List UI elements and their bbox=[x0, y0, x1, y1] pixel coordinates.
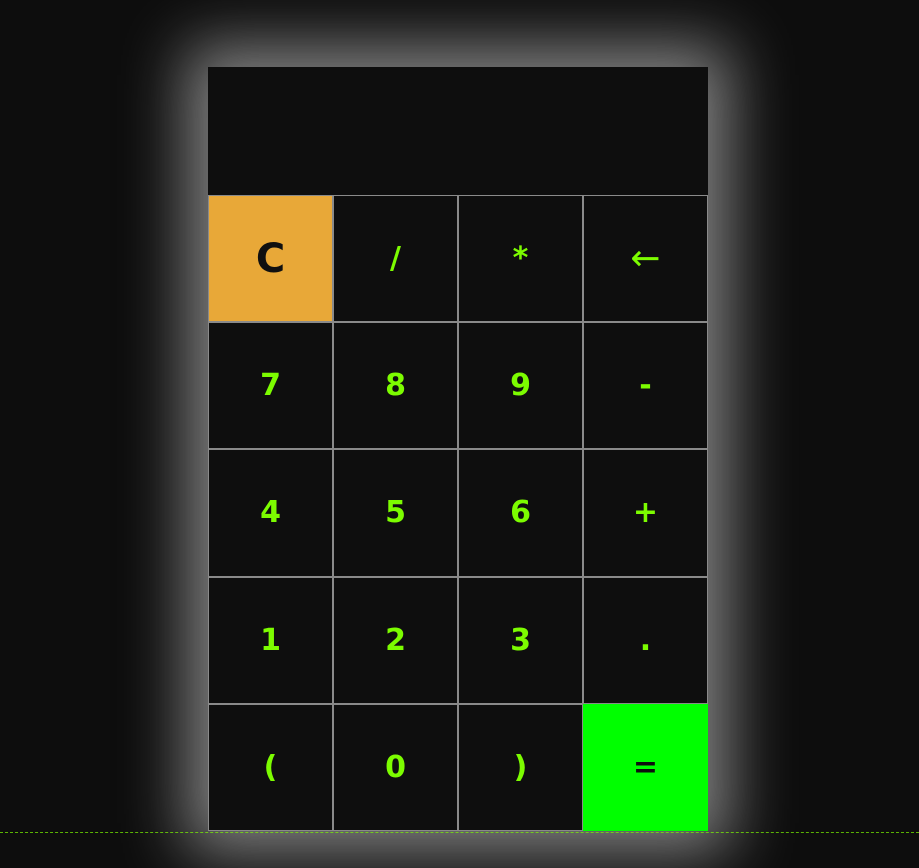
digit-6-button[interactable]: 6 bbox=[458, 449, 583, 577]
digit-8-button[interactable]: 8 bbox=[333, 322, 458, 450]
digit-9-button[interactable]: 9 bbox=[458, 322, 583, 450]
digit-0-button[interactable]: 0 bbox=[333, 703, 458, 831]
divide-button[interactable]: / bbox=[333, 195, 458, 323]
page: C / * ← 7 8 9 - 4 5 6 + 1 2 3 . ( 0 ) = bbox=[0, 0, 919, 868]
plus-button[interactable]: + bbox=[583, 449, 708, 577]
calculator-display bbox=[208, 67, 708, 195]
equals-button[interactable]: = bbox=[583, 703, 708, 831]
digit-5-button[interactable]: 5 bbox=[333, 449, 458, 577]
calculator: C / * ← 7 8 9 - 4 5 6 + 1 2 3 . ( 0 ) = bbox=[208, 67, 708, 831]
digit-1-button[interactable]: 1 bbox=[208, 576, 333, 704]
digit-7-button[interactable]: 7 bbox=[208, 322, 333, 450]
keypad: C / * ← 7 8 9 - 4 5 6 + 1 2 3 . ( 0 ) = bbox=[208, 195, 708, 831]
multiply-button[interactable]: * bbox=[458, 195, 583, 323]
decimal-button[interactable]: . bbox=[583, 576, 708, 704]
backspace-button[interactable]: ← bbox=[583, 195, 708, 323]
digit-3-button[interactable]: 3 bbox=[458, 576, 583, 704]
close-paren-button[interactable]: ) bbox=[458, 703, 583, 831]
open-paren-button[interactable]: ( bbox=[208, 703, 333, 831]
digit-4-button[interactable]: 4 bbox=[208, 449, 333, 577]
digit-2-button[interactable]: 2 bbox=[333, 576, 458, 704]
clear-button[interactable]: C bbox=[208, 195, 333, 323]
minus-button[interactable]: - bbox=[583, 322, 708, 450]
dashed-divider bbox=[0, 832, 919, 833]
